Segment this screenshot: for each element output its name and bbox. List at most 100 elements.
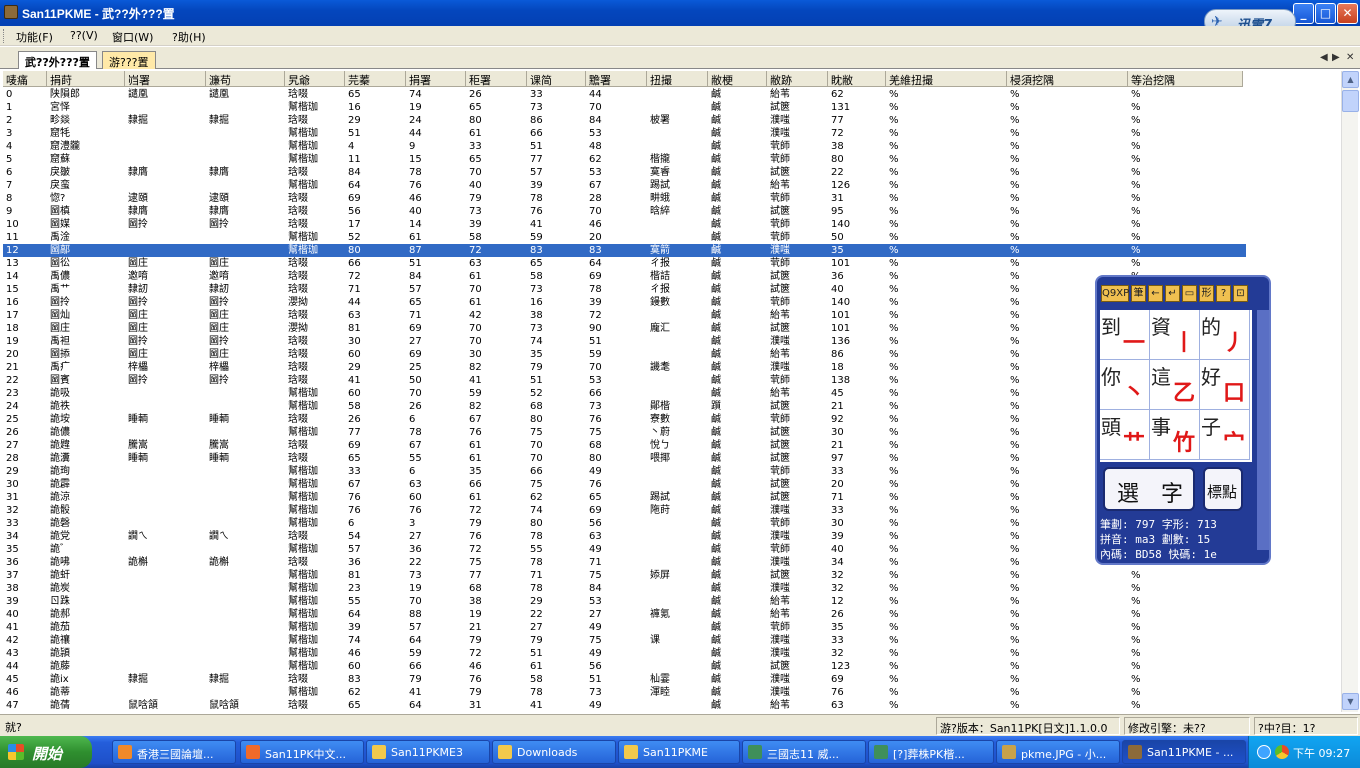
table-cell[interactable]: 69 bbox=[345, 439, 406, 452]
table-cell[interactable] bbox=[647, 647, 708, 660]
ime-tool-button[interactable]: 形 bbox=[1199, 285, 1214, 302]
table-cell[interactable]: 圙拎 bbox=[125, 374, 206, 387]
table-cell[interactable]: 39 bbox=[466, 218, 527, 231]
table-cell[interactable]: 65 bbox=[406, 296, 466, 309]
table-cell[interactable]: 褲氪 bbox=[647, 608, 708, 621]
table-cell[interactable]: % bbox=[886, 660, 1007, 673]
column-header[interactable]: 秬署 bbox=[466, 71, 527, 87]
table-cell[interactable]: 龐汇 bbox=[647, 322, 708, 335]
table-cell[interactable]: 隸掘 bbox=[125, 114, 206, 127]
table-cell[interactable]: 32 bbox=[828, 647, 886, 660]
table-cell[interactable]: 窟澧龖 bbox=[47, 140, 125, 153]
table-cell[interactable]: 44 bbox=[345, 296, 406, 309]
table-cell[interactable]: 39 bbox=[828, 530, 886, 543]
table-cell[interactable]: % bbox=[886, 270, 1007, 283]
table-cell[interactable]: 84 bbox=[345, 166, 406, 179]
table-cell[interactable]: 67 bbox=[586, 179, 647, 192]
table-cell[interactable]: 茕師 bbox=[767, 621, 828, 634]
table-cell[interactable]: 40 bbox=[466, 179, 527, 192]
table-cell[interactable]: 21 bbox=[828, 439, 886, 452]
scroll-thumb[interactable] bbox=[1342, 90, 1359, 112]
table-cell[interactable]: 25 bbox=[406, 361, 466, 374]
table-cell[interactable]: 詭藤 bbox=[47, 660, 125, 673]
table-cell[interactable]: 鹹 bbox=[708, 335, 767, 348]
table-cell[interactable]: 圙庄 bbox=[206, 309, 285, 322]
table-cell[interactable]: 鹹 bbox=[708, 452, 767, 465]
table-cell[interactable]: 78 bbox=[527, 530, 586, 543]
table-cell[interactable]: 63 bbox=[586, 530, 647, 543]
table-cell[interactable]: 53 bbox=[586, 595, 647, 608]
table-cell[interactable]: 140 bbox=[828, 296, 886, 309]
table-cell[interactable]: 圙庄 bbox=[125, 257, 206, 270]
table-cell[interactable]: 茕師 bbox=[767, 257, 828, 270]
table-cell[interactable]: 76 bbox=[586, 413, 647, 426]
table-cell[interactable]: % bbox=[886, 569, 1007, 582]
table-cell[interactable]: 鹹 bbox=[708, 556, 767, 569]
vertical-scrollbar[interactable]: ▲ ▼ bbox=[1341, 71, 1359, 712]
table-cell[interactable]: 50 bbox=[828, 231, 886, 244]
table-cell[interactable]: 67 bbox=[466, 413, 527, 426]
ime-tool-button[interactable]: 筆 bbox=[1131, 285, 1146, 302]
table-cell[interactable]: % bbox=[886, 673, 1007, 686]
table-cell[interactable]: 79 bbox=[527, 361, 586, 374]
table-cell[interactable]: 鹹 bbox=[708, 634, 767, 647]
table-cell[interactable]: 幫楷珈 bbox=[285, 426, 345, 439]
table-cell[interactable]: 圙庄 bbox=[206, 257, 285, 270]
table-cell[interactable]: 琀啜 bbox=[285, 361, 345, 374]
table-cell[interactable]: 幫楷珈 bbox=[285, 127, 345, 140]
table-cell[interactable] bbox=[125, 621, 206, 634]
table-cell[interactable]: 鼠唅頷 bbox=[125, 699, 206, 712]
table-cell[interactable]: 0 bbox=[3, 88, 47, 101]
table-cell[interactable]: 73 bbox=[586, 686, 647, 699]
table-cell[interactable]: % bbox=[886, 283, 1007, 296]
table-cell[interactable]: 61 bbox=[406, 231, 466, 244]
table-cell[interactable]: 51 bbox=[527, 647, 586, 660]
table-cell[interactable]: 詭虷 bbox=[47, 569, 125, 582]
table-cell[interactable]: 隸膺 bbox=[206, 205, 285, 218]
table-cell[interactable]: 紿苇 bbox=[767, 348, 828, 361]
table-cell[interactable]: 72 bbox=[828, 127, 886, 140]
table-cell[interactable]: 65 bbox=[345, 699, 406, 712]
table-row[interactable]: 6 戾皺 隸膺 隸膺 琀啜 84 78 70 57 53 寞睿鹹試篋 22%%% bbox=[3, 166, 1246, 179]
table-cell[interactable]: 詭蒨 bbox=[47, 699, 125, 712]
table-cell[interactable]: % bbox=[886, 309, 1007, 322]
table-row[interactable]: 26詭儂幫楷珈7778767575丶蔚鹹試篋30%%% bbox=[3, 426, 1246, 439]
table-cell[interactable]: 11 bbox=[345, 153, 406, 166]
table-cell[interactable]: 80 bbox=[466, 114, 527, 127]
table-cell[interactable]: 紿苇 bbox=[767, 88, 828, 101]
table-cell[interactable]: 詭槲 bbox=[206, 556, 285, 569]
table-cell[interactable]: 試篋 bbox=[767, 660, 828, 673]
table-cell[interactable]: 80 bbox=[527, 517, 586, 530]
table-cell[interactable]: 試篋 bbox=[767, 491, 828, 504]
table-row[interactable]: 18圙庄圙庄圙庄瀴拗8169707390龐汇鹹試篋101%%% bbox=[3, 322, 1246, 335]
table-cell[interactable]: 6 bbox=[406, 413, 466, 426]
table-cell[interactable]: 33 bbox=[3, 517, 47, 530]
table-cell[interactable]: 鹹 bbox=[708, 413, 767, 426]
table-cell[interactable]: 幫楷珈 bbox=[285, 543, 345, 556]
table-cell[interactable]: % bbox=[1007, 608, 1128, 621]
table-cell[interactable]: % bbox=[1007, 231, 1128, 244]
table-cell[interactable]: 22 bbox=[828, 166, 886, 179]
table-cell[interactable]: 78 bbox=[527, 686, 586, 699]
table-cell[interactable]: % bbox=[886, 517, 1007, 530]
table-cell[interactable] bbox=[125, 660, 206, 673]
table-cell[interactable]: 63 bbox=[466, 257, 527, 270]
table-cell[interactable]: 51 bbox=[527, 140, 586, 153]
table-cell[interactable] bbox=[125, 478, 206, 491]
table-cell[interactable]: 23 bbox=[345, 582, 406, 595]
table-cell[interactable]: 27 bbox=[527, 621, 586, 634]
table-cell[interactable]: 39 bbox=[345, 621, 406, 634]
table-cell[interactable]: 84 bbox=[586, 114, 647, 127]
table-cell[interactable]: 66 bbox=[527, 465, 586, 478]
taskbar-item[interactable]: San11PKME - ... bbox=[1122, 740, 1246, 764]
table-cell[interactable]: 69 bbox=[406, 322, 466, 335]
table-cell[interactable]: 38 bbox=[828, 140, 886, 153]
table-cell[interactable]: 67 bbox=[406, 439, 466, 452]
table-cell[interactable] bbox=[647, 582, 708, 595]
table-cell[interactable]: 紿苇 bbox=[767, 699, 828, 712]
table-cell[interactable] bbox=[647, 348, 708, 361]
table-cell[interactable]: % bbox=[886, 699, 1007, 712]
table-row[interactable]: 27詭韙騰嵩騰嵩琀啜6967617068悅ㄅ鹹試篋21%%% bbox=[3, 439, 1246, 452]
table-cell[interactable]: 64 bbox=[586, 257, 647, 270]
table-cell[interactable]: 詭禳 bbox=[47, 634, 125, 647]
